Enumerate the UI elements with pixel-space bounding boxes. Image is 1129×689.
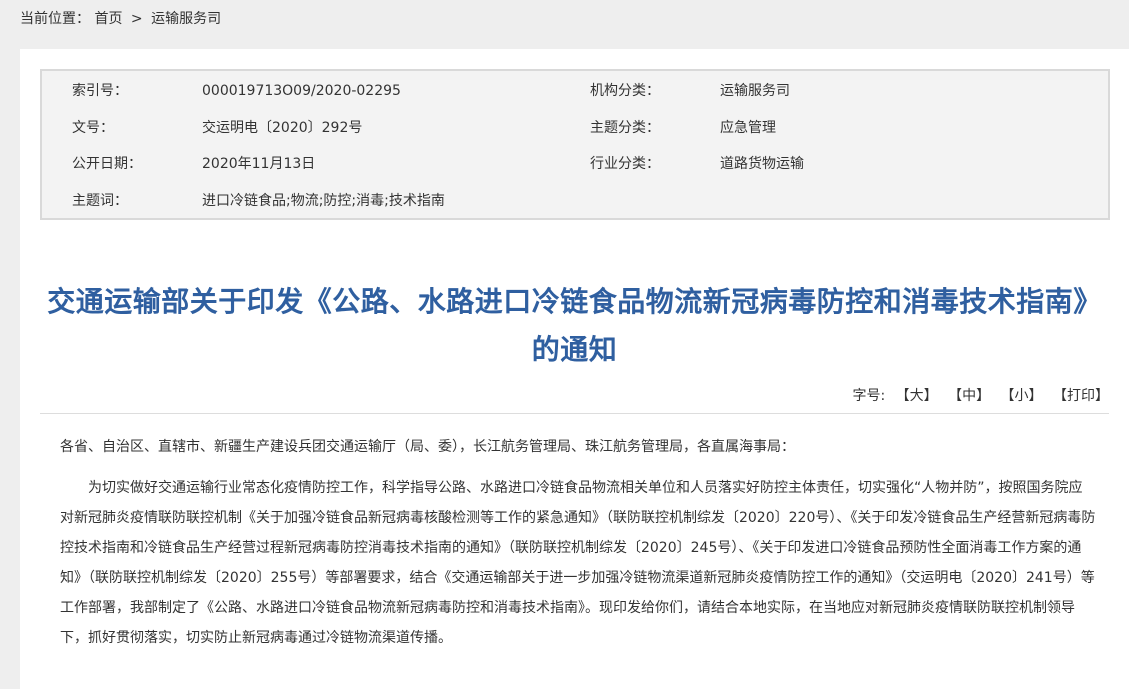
index-number-label: 索引号：: [72, 83, 128, 99]
font-size-small-button[interactable]: 【小】: [1001, 388, 1043, 404]
publish-date-value: 2020年11月13日: [202, 156, 316, 172]
content-panel: 索引号： 000019713O09/2020-02295 机构分类： 运输服务司…: [20, 49, 1129, 689]
document-number-value: 交运明电〔2020〕292号: [202, 120, 363, 136]
keywords-value: 进口冷链食品;物流;防控;消毒;技术指南: [202, 193, 445, 209]
topic-category-value: 应急管理: [720, 120, 776, 136]
topic-category-label: 主题分类：: [590, 120, 660, 136]
breadcrumb: 当前位置： 首页 > 运输服务司: [20, 8, 221, 30]
metadata-row: 公开日期： 2020年11月13日 行业分类： 道路货物运输: [42, 152, 1108, 176]
keywords-label: 主题词：: [72, 193, 128, 209]
document-metadata-box: 索引号： 000019713O09/2020-02295 机构分类： 运输服务司…: [40, 69, 1110, 220]
breadcrumb-prefix: 当前位置：: [20, 11, 90, 27]
article-paragraph: 为切实做好交通运输行业常态化疫情防控工作，科学指导公路、水路进口冷链食品物流相关…: [60, 480, 1096, 646]
article-salutation: 各省、自治区、直辖市、新疆生产建设兵团交通运输厅（局、委），长江航务管理局、珠江…: [60, 439, 795, 455]
breadcrumb-home-link[interactable]: 首页: [94, 11, 122, 27]
organization-category-value: 运输服务司: [720, 83, 790, 99]
font-size-label: 字号:: [852, 388, 886, 404]
article-body: 各省、自治区、直辖市、新疆生产建设兵团交通运输厅（局、委），长江航务管理局、珠江…: [60, 435, 1096, 653]
title-divider: [40, 413, 1109, 414]
index-number-value: 000019713O09/2020-02295: [202, 83, 401, 99]
font-size-toolbar: 字号: 【大】 【中】 【小】 【打印】: [852, 384, 1109, 408]
font-size-medium-button[interactable]: 【中】: [948, 388, 990, 404]
breadcrumb-current-link[interactable]: 运输服务司: [151, 11, 221, 27]
article-title: 交通运输部关于印发《公路、水路进口冷链食品物流新冠病毒防控和消毒技术指南》的通知: [47, 284, 1102, 366]
industry-category-value: 道路货物运输: [720, 156, 804, 172]
publish-date-label: 公开日期：: [72, 156, 142, 172]
font-size-large-button[interactable]: 【大】: [896, 388, 938, 404]
print-button[interactable]: 【打印】: [1053, 388, 1109, 404]
metadata-row: 主题词： 进口冷链食品;物流;防控;消毒;技术指南: [42, 189, 1108, 213]
metadata-row: 索引号： 000019713O09/2020-02295 机构分类： 运输服务司: [42, 79, 1108, 103]
organization-category-label: 机构分类：: [590, 83, 660, 99]
industry-category-label: 行业分类：: [590, 156, 660, 172]
breadcrumb-separator: >: [130, 11, 143, 27]
document-number-label: 文号：: [72, 120, 114, 136]
metadata-row: 文号： 交运明电〔2020〕292号 主题分类： 应急管理: [42, 116, 1108, 140]
